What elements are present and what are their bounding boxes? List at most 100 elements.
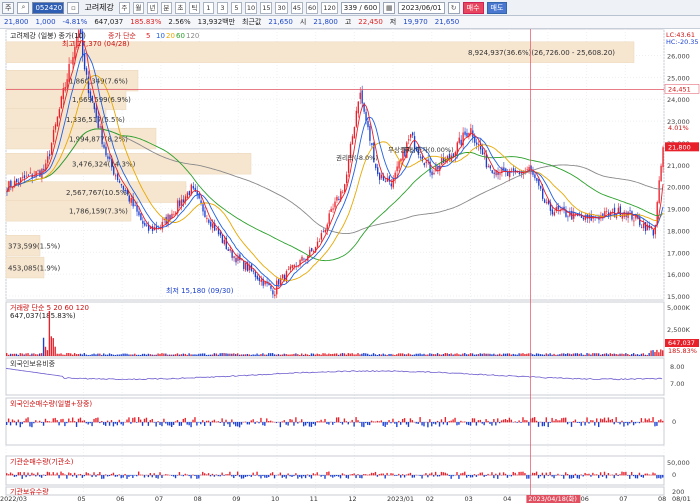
date-field[interactable]: 2023/06/01 (398, 1, 445, 14)
volume-bar (646, 354, 648, 356)
foreign-net-bar (238, 422, 241, 428)
volume-bar (570, 354, 573, 356)
foreign-net-bar (535, 420, 538, 423)
volume-bar (203, 353, 206, 356)
foreign-net-bar (421, 422, 423, 426)
candle-body (423, 163, 425, 166)
inst-net-bar (357, 474, 359, 476)
foreign-net-bar (419, 417, 421, 423)
inst-net-bar (565, 472, 567, 476)
inst-net-bar (328, 471, 330, 476)
count-field[interactable]: 339 / 600 (340, 1, 381, 14)
candle-body (116, 173, 119, 181)
inst-net-bar (262, 475, 264, 477)
foreign-net-bar (479, 419, 481, 423)
volume-bar (440, 354, 443, 356)
interval-45[interactable]: 45 (290, 1, 304, 14)
inst-net-bar (485, 475, 487, 476)
candle-body (66, 79, 68, 88)
candle-body (510, 169, 513, 171)
inst-net-bar (97, 474, 99, 476)
foreign-net-bar (460, 420, 462, 423)
candle-body (644, 221, 647, 232)
volume-bar (29, 354, 31, 356)
buy-button[interactable]: 매수 (462, 1, 484, 14)
volume-bar (444, 353, 447, 356)
volume-bar (25, 353, 27, 356)
volume-bar (271, 353, 274, 356)
foreign-net-bar (454, 417, 456, 423)
candle-body (575, 213, 577, 215)
foreign-net-bar (532, 417, 534, 423)
volume-bar (209, 354, 212, 356)
inst-net-bar (615, 473, 617, 476)
inst-net-bar (326, 471, 328, 476)
inst-net-bar (211, 473, 214, 476)
foreign-net-bar (93, 418, 95, 423)
inst-net-bar (572, 475, 575, 478)
foreign-net-bar (271, 421, 274, 423)
period-tick[interactable]: 틱 (188, 1, 200, 14)
interval-120[interactable]: 120 (321, 1, 338, 14)
foreign-net-bar (128, 417, 130, 423)
inst-net-bar (487, 473, 489, 476)
refresh-icon[interactable]: ↻ (447, 1, 460, 14)
foreign-net-bar (648, 418, 650, 423)
interval-15[interactable]: 15 (260, 1, 273, 14)
inst-net-bar (314, 474, 316, 476)
interval-10[interactable]: 10 (244, 1, 258, 14)
volume-bar (654, 351, 656, 356)
candle-body (272, 290, 274, 295)
interval-1[interactable]: 1 (202, 1, 214, 14)
candle-body (21, 176, 24, 178)
volume-bar (260, 354, 262, 356)
lock-icon[interactable]: ▫ (67, 1, 80, 14)
y-tick-label: 17,000 (667, 249, 690, 257)
inst-net-bar (631, 471, 633, 476)
inst-net-bar (139, 474, 142, 476)
low-value: 19,970 (403, 18, 428, 26)
inst-net-bar (62, 473, 64, 476)
stock-code-input[interactable]: 052420 (32, 1, 65, 14)
inst-net-bar (320, 475, 322, 477)
foreign-net-bar (137, 417, 140, 423)
sell-button[interactable]: 매도 (486, 1, 508, 14)
volume-bar (353, 354, 355, 356)
inst-net-bar (578, 475, 580, 479)
inst-net-bar (273, 475, 276, 479)
volume-bar (438, 354, 441, 356)
period-day[interactable]: 주 (118, 1, 130, 14)
candle-body (466, 132, 468, 137)
inst-net-bar (640, 475, 643, 477)
inst-net-bar (345, 475, 348, 478)
calendar-icon[interactable]: ▦ (383, 1, 396, 14)
inst-net-bar (625, 471, 627, 476)
candle-body (140, 213, 142, 221)
interval-30[interactable]: 30 (275, 1, 288, 14)
interval-3[interactable]: 3 (216, 1, 228, 14)
foreign-net-bar (48, 421, 51, 423)
volume-bar (7, 354, 10, 356)
inst-net-bar (367, 474, 369, 476)
volume-bar (549, 353, 551, 356)
foreign-net-bar (341, 422, 344, 425)
period-week[interactable]: 월 (132, 1, 144, 14)
candle-body (72, 57, 74, 65)
stock-chart[interactable]: 26,00025,00024,00023,00022,00021,00020,0… (0, 29, 700, 503)
candle-body (345, 174, 348, 184)
inst-net-bar (266, 475, 268, 478)
period-minute[interactable]: 초 (174, 1, 186, 14)
volume-bar (192, 354, 194, 356)
period-month[interactable]: 년 (146, 1, 158, 14)
volume-profile-label: 8,924,937(36.6%)(26,726.00 - 25,608.20) (468, 49, 615, 57)
foreign-net-bar (293, 422, 295, 426)
chart-type-select[interactable]: 주 (2, 1, 15, 14)
candle-body (97, 115, 99, 128)
inst-net-bar (178, 472, 181, 476)
candle-body (231, 250, 233, 258)
search-icon[interactable]: ⌕ (17, 1, 30, 14)
interval-60[interactable]: 60 (306, 1, 319, 14)
interval-5[interactable]: 5 (230, 1, 242, 14)
inst-net-y-tick: 0 (672, 471, 676, 479)
period-year[interactable]: 분 (160, 1, 172, 14)
